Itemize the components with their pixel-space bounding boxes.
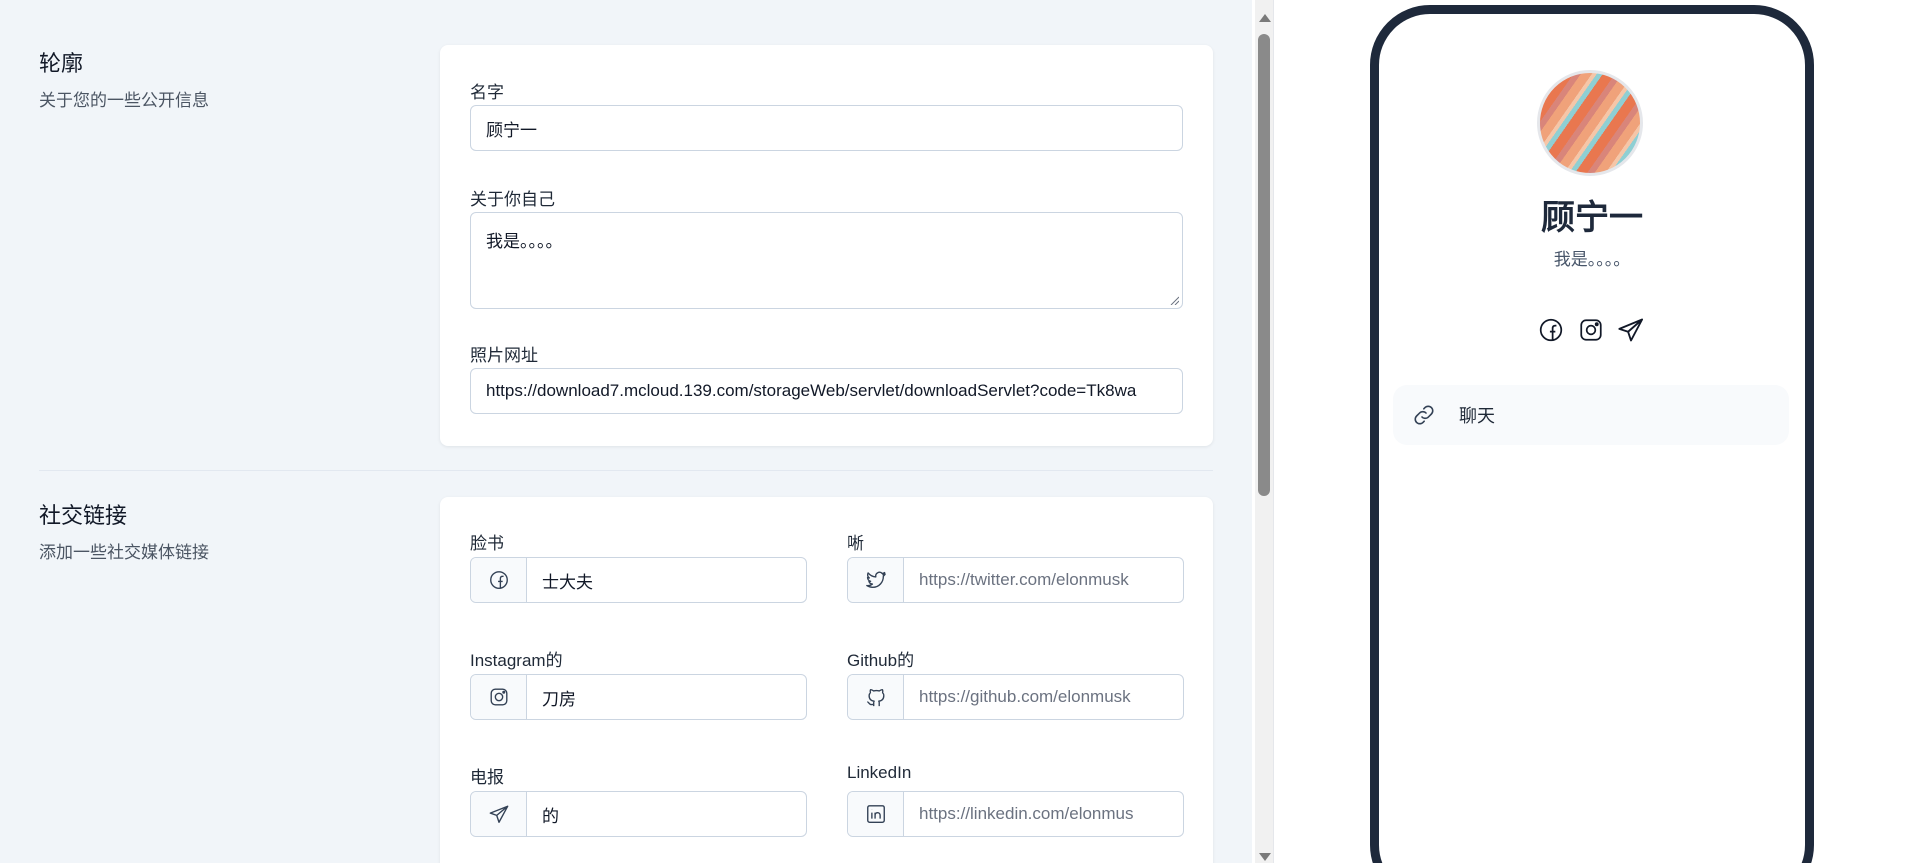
instagram-label: Instagram的 [470,651,563,670]
telegram-icon[interactable] [1617,316,1645,344]
facebook-icon[interactable] [1537,316,1565,344]
github-icon [848,675,904,719]
link-icon [1409,400,1439,430]
about-textarea-text: 我是。。。。 [486,232,563,251]
twitter-icon [848,558,904,602]
preview-bio: 我是。。。。 [1553,250,1631,269]
linkedin-label: LinkedIn [847,763,912,782]
scroll-thumb[interactable] [1258,34,1270,496]
facebook-input[interactable]: 士大夫 [470,557,807,603]
instagram-input[interactable]: 刀房 [470,674,807,720]
pane-divider [1273,0,1274,863]
avatar [1537,70,1643,176]
facebook-value[interactable]: 士大夫 [527,558,806,602]
preview-link-card[interactable]: 聊天 [1393,385,1789,445]
twitter-input[interactable]: https://twitter.com/elonmusk [847,557,1184,603]
social-section-title: 社交链接 [39,503,128,528]
profile-section-title: 轮廓 [39,51,84,76]
facebook-label: 脸书 [470,534,504,553]
github-input[interactable]: https://github.com/elonmusk [847,674,1184,720]
telegram-value[interactable]: 的 [527,792,806,836]
resize-grip-icon[interactable] [1169,295,1179,305]
photo-url-label: 照片网址 [470,346,538,365]
github-placeholder[interactable]: https://github.com/elonmusk [904,675,1183,719]
photo-url-input[interactable]: https://download7.mcloud.139.com/storage… [470,368,1183,414]
social-section-subtitle: 添加一些社交媒体链接 [39,543,209,562]
preview-link-label: 聊天 [1459,406,1495,426]
telegram-input[interactable]: 的 [470,791,807,837]
preview-social-icons [1537,316,1645,344]
name-label: 名字 [470,83,504,102]
facebook-icon [471,558,527,602]
github-label: Github的 [847,651,915,670]
social-section-header: 社交链接 添加一些社交媒体链接 [39,498,209,563]
linkedin-placeholder[interactable]: https://linkedin.com/elonmus [904,792,1183,836]
name-input[interactable]: 顾宁一 [470,105,1183,151]
scroll-up-arrow-icon[interactable] [1259,14,1271,22]
preview-name: 顾宁一 [1541,199,1643,237]
instagram-icon[interactable] [1577,316,1605,344]
editor-pane: 轮廓 关于您的一些公开信息 名字 顾宁一 关于你自己 我是。。。。 照片网址 h… [0,0,1252,863]
profile-card: 名字 顾宁一 关于你自己 我是。。。。 照片网址 https://downloa… [440,45,1213,446]
about-label: 关于你自己 [470,190,555,209]
twitter-placeholder[interactable]: https://twitter.com/elonmusk [904,558,1183,602]
linkedin-input[interactable]: https://linkedin.com/elonmus [847,791,1184,837]
profile-section-subtitle: 关于您的一些公开信息 [39,91,209,110]
social-card: 脸书 士大夫 唽 https://twitter.com/elonmusk In… [440,497,1213,863]
instagram-value[interactable]: 刀房 [527,675,806,719]
profile-section-header: 轮廓 关于您的一些公开信息 [39,46,209,111]
linkedin-icon [848,792,904,836]
twitter-label: 唽 [847,534,864,553]
vertical-scrollbar[interactable] [1255,0,1273,863]
section-divider [39,470,1213,471]
scroll-down-arrow-icon[interactable] [1259,853,1271,861]
about-textarea[interactable]: 我是。。。。 [470,212,1183,309]
telegram-icon [471,792,527,836]
instagram-icon [471,675,527,719]
telegram-label: 电报 [470,768,504,787]
